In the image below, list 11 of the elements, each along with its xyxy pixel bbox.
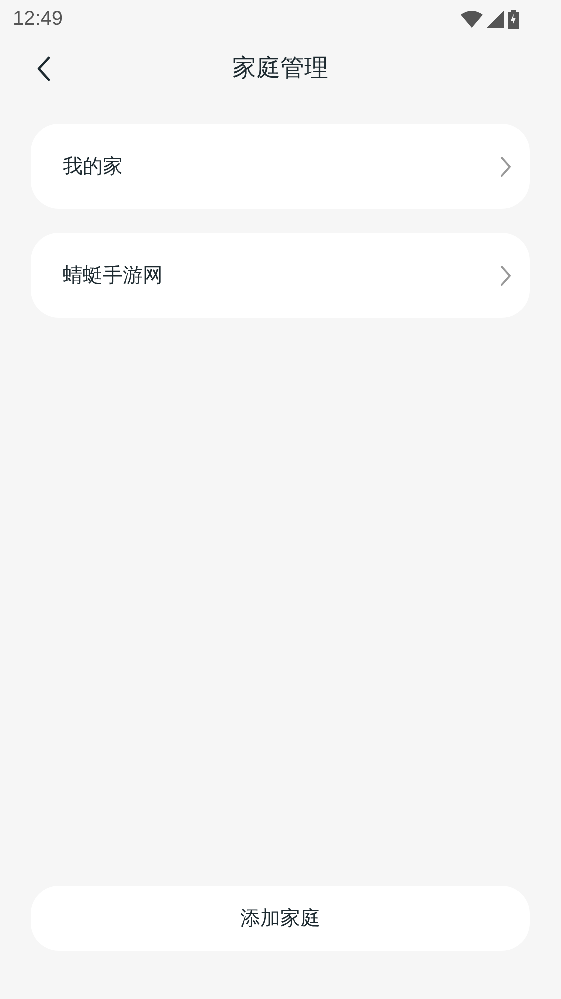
signal-icon xyxy=(487,10,504,28)
add-home-button[interactable]: 添加家庭 xyxy=(31,886,530,951)
home-list-item[interactable]: 我的家 xyxy=(31,124,530,209)
home-list-item[interactable]: 蜻蜓手游网 xyxy=(31,233,530,318)
status-time: 12:49 xyxy=(13,7,64,32)
back-icon xyxy=(37,56,51,82)
chevron-right-icon xyxy=(500,156,512,178)
battery-icon xyxy=(508,10,519,28)
chevron-right-icon xyxy=(500,264,512,286)
page-title: 家庭管理 xyxy=(232,54,328,84)
wifi-icon xyxy=(461,10,483,28)
